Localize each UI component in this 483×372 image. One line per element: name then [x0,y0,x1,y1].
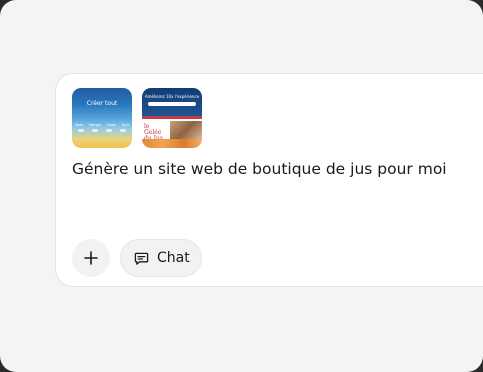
chat-mode-label: Chat [157,250,190,266]
attachment-1-categories: Todo Mango Code Tout [75,123,129,127]
attachment-2-title: Améliorez 10x l'expérience [144,94,200,99]
attachment-1-category: Tout [121,123,129,127]
attachment-1-icons [78,129,126,132]
attachment-1-category: Code [106,123,116,127]
attachment-1-category: Mango [89,123,101,127]
attachment-2-divider [142,116,202,119]
add-attachment-button[interactable] [72,239,110,277]
attachment-1-icon [106,129,112,132]
plus-icon [84,251,98,265]
prompt-composer: Créer tout Todo Mango Code Tout Améliore… [55,73,483,287]
attachment-1-icon [92,129,98,132]
attachment-1-icon [78,129,84,132]
attachment-1-icon [120,129,126,132]
app-window: Créer tout Todo Mango Code Tout Améliore… [0,0,483,372]
attachment-thumbnail-2[interactable]: Améliorez 10x l'expérience le Gelée du J… [142,88,202,148]
attachment-2-photo [170,121,202,139]
attachment-2-search-bar [148,102,196,106]
attachment-1-title: Créer tout [86,100,118,107]
chat-mode-button[interactable]: Chat [120,239,202,277]
attachment-2-food-image [142,139,202,148]
prompt-input[interactable]: Génère un site web de boutique de jus po… [72,160,447,178]
attachment-thumbnail-1[interactable]: Créer tout Todo Mango Code Tout [72,88,132,148]
attachment-1-category: Todo [75,123,84,127]
chat-bubble-icon [134,252,149,265]
